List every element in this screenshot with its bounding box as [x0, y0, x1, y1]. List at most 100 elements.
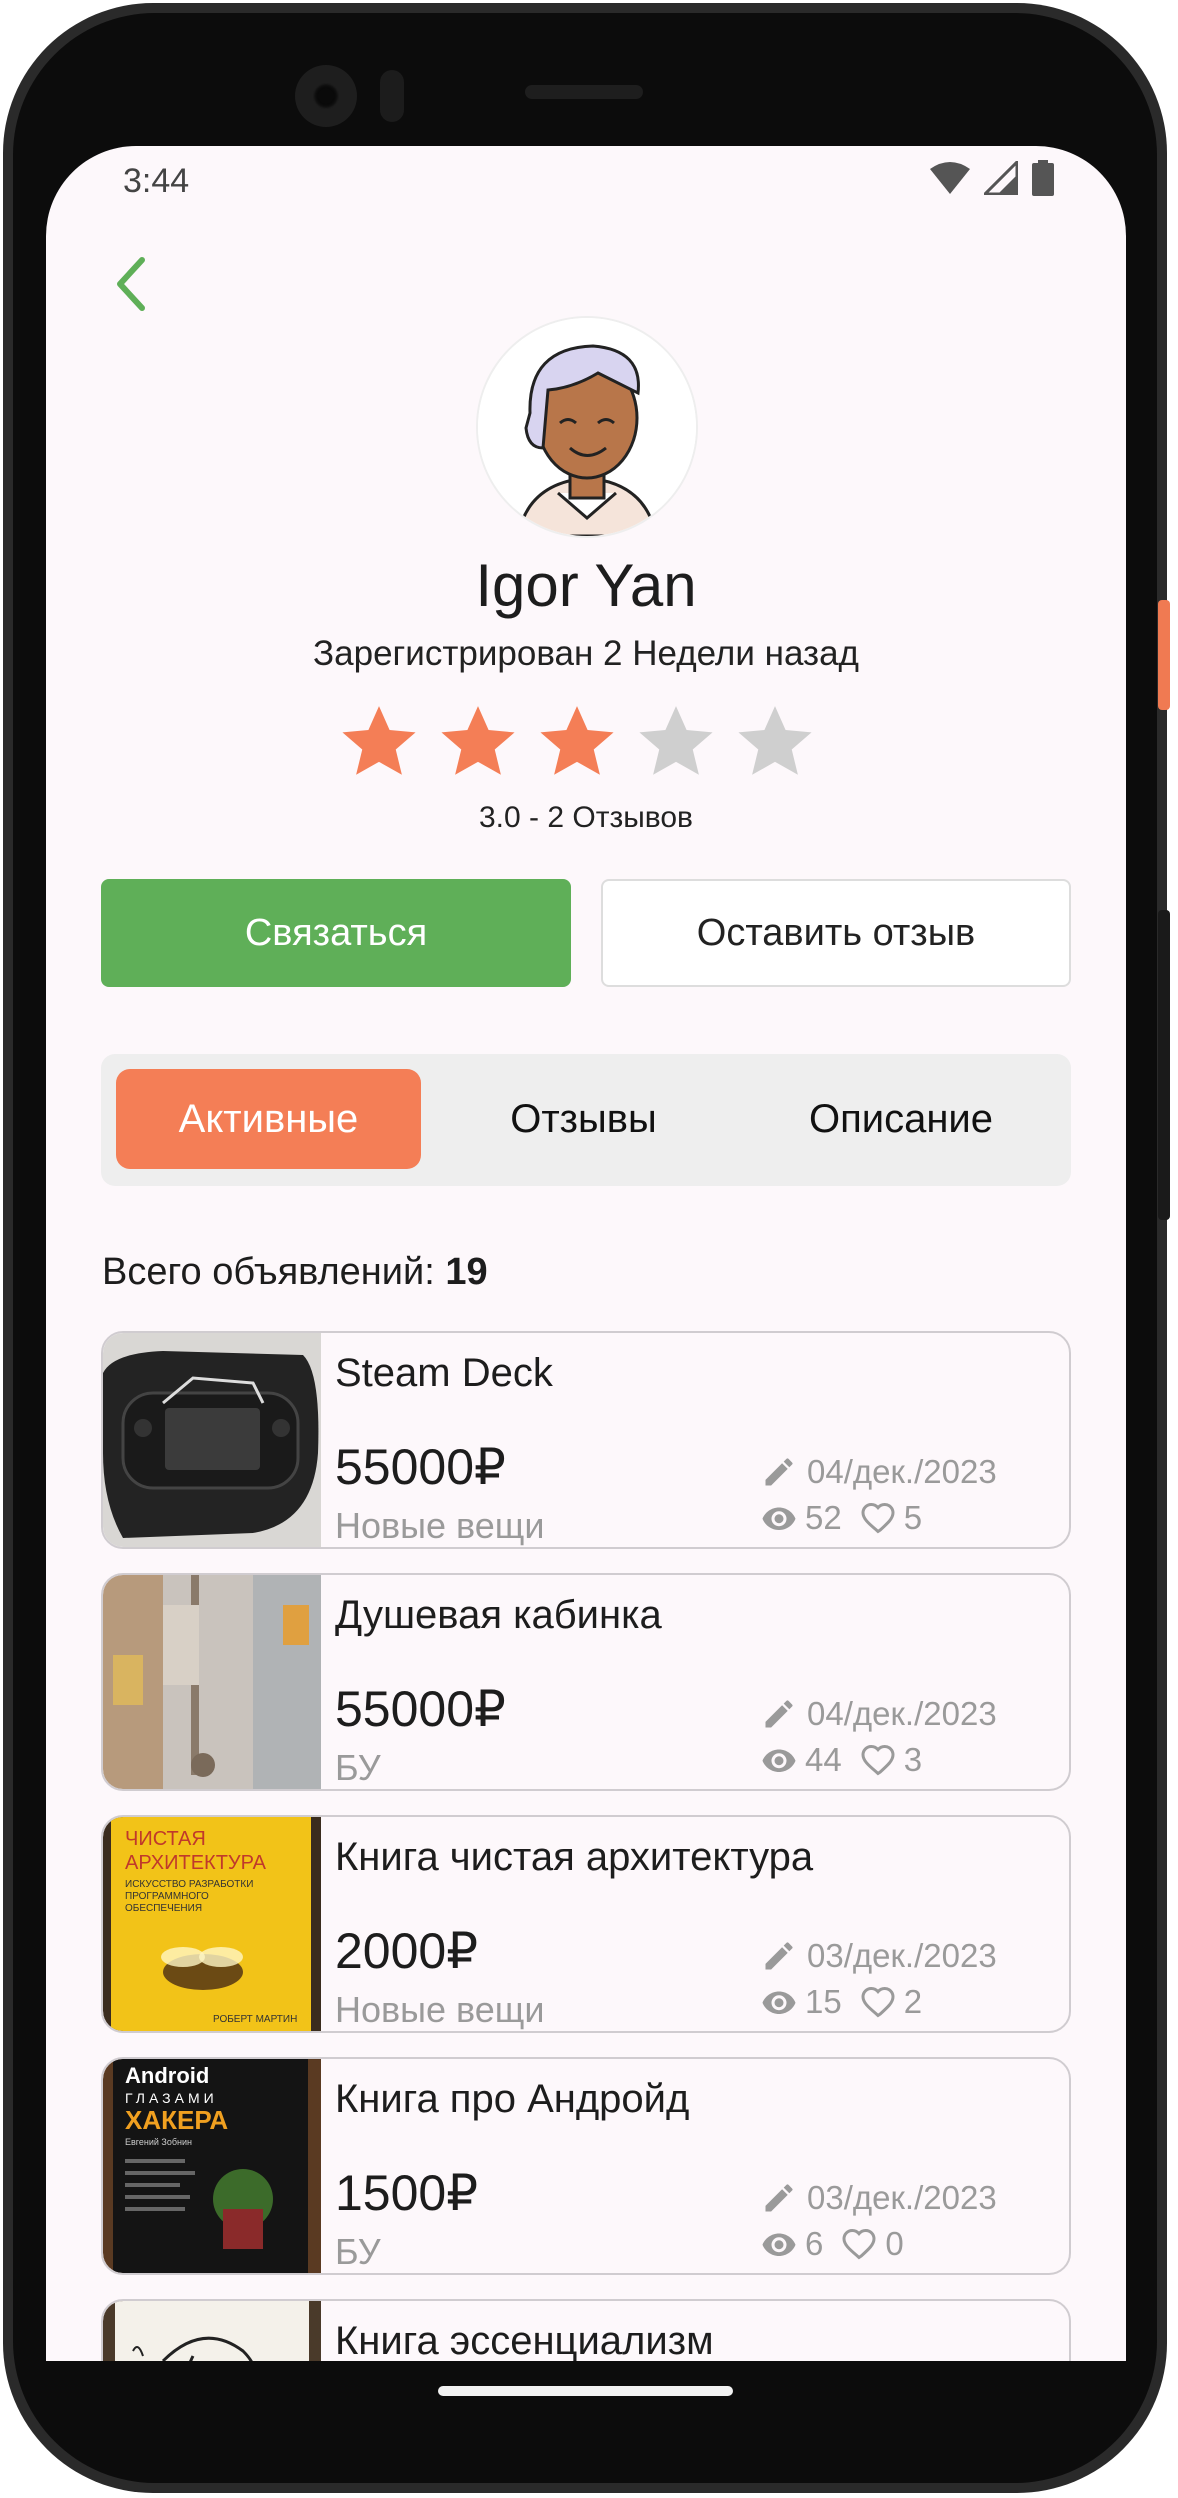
listing-title: Книга про Андройд: [335, 2077, 690, 2121]
heart-icon[interactable]: [860, 1984, 896, 2020]
listing-stats: 52 5: [761, 1499, 922, 1537]
eye-icon: [762, 1749, 796, 1772]
svg-text:АРХИТЕКТУРА: АРХИТЕКТУРА: [125, 1852, 267, 1874]
listing-stats: 44 3: [761, 1741, 922, 1779]
shower-cabin-photo: [103, 1575, 321, 1789]
listing-title: Книга эссенциализм: [335, 2319, 714, 2361]
listing-date: 03/дек./2023: [761, 1937, 997, 1975]
views-count: 6: [805, 2225, 824, 2262]
tab-reviews[interactable]: Отзывы: [431, 1069, 736, 1169]
listings-list: Steam Deck 55000₽ Новые вещи 04/дек./202…: [101, 1331, 1071, 2361]
star-empty-icon: [738, 706, 812, 775]
listing-thumbnail: Android ГЛАЗАМИ ХАКЕРА Евгений Зобнин: [103, 2059, 321, 2273]
front-camera: [295, 65, 357, 127]
svg-text:ХАКЕРА: ХАКЕРА: [125, 2105, 228, 2135]
listing-price: 55000₽: [335, 1681, 506, 1737]
back-chevron-icon[interactable]: [102, 254, 162, 314]
listing-price: 1500₽: [335, 2165, 479, 2221]
pencil-icon: [765, 1458, 793, 1486]
star-empty-icon: [639, 706, 713, 775]
star-filled-icon: [540, 706, 614, 775]
listing-price: 2000₽: [335, 1923, 479, 1979]
likes-count: 5: [903, 1499, 923, 1536]
listing-condition: БУ: [335, 2231, 381, 2272]
likes-count: 2: [903, 1983, 923, 2020]
listing-date: 04/дек./2023: [761, 1695, 997, 1733]
battery-icon: [1032, 160, 1054, 196]
listing-date: 04/дек./2023: [761, 1453, 997, 1491]
eye-icon: [762, 1507, 796, 1530]
signal-icon: [984, 161, 1018, 195]
listing-thumbnail: [103, 1575, 321, 1789]
pencil-icon: [765, 2184, 793, 2212]
listing-title: Steam Deck: [335, 1351, 553, 1395]
status-time: 3:44: [123, 162, 190, 200]
registration-info: Зарегистрирован 2 Недели назад: [313, 634, 859, 673]
listing-card[interactable]: Android ГЛАЗАМИ ХАКЕРА Евгений Зобнин Кн…: [101, 2057, 1071, 2275]
listing-date-text: 03/дек./2023: [807, 2179, 997, 2216]
essentialism-book-photo: [103, 2301, 321, 2361]
star-filled-icon: [441, 706, 515, 775]
listing-date-text: 03/дек./2023: [807, 1937, 997, 1974]
svg-text:РОБЕРТ МАРТИН: РОБЕРТ МАРТИН: [213, 2014, 297, 2025]
listing-card[interactable]: Книга эссенциализм: [101, 2299, 1071, 2361]
listings-count-value: 19: [445, 1251, 488, 1293]
avatar: [476, 316, 698, 538]
heart-icon[interactable]: [860, 1742, 896, 1778]
listing-card[interactable]: Душевая кабинка 55000₽ БУ 04/дек./2023 4…: [101, 1573, 1071, 1791]
heart-icon[interactable]: [841, 2226, 877, 2262]
avatar-illustration: [478, 318, 696, 536]
home-indicator[interactable]: [438, 2386, 733, 2396]
listing-condition: Новые вещи: [335, 1505, 545, 1546]
android-hacker-book-photo: Android ГЛАЗАМИ ХАКЕРА Евгений Зобнин: [103, 2059, 321, 2273]
listings-count: Всего объявлений: 19: [102, 1251, 488, 1294]
listing-price: 55000₽: [335, 1439, 506, 1495]
likes-count: 0: [885, 2225, 904, 2262]
svg-text:Евгений Зобнин: Евгений Зобнин: [125, 2137, 192, 2147]
listing-stats: 6 0: [761, 2225, 904, 2263]
earpiece-speaker: [525, 85, 643, 99]
tab-active[interactable]: Активные: [116, 1069, 421, 1169]
listing-thumbnail: [103, 2301, 321, 2361]
leave-review-button[interactable]: Оставить отзыв: [601, 879, 1071, 987]
listing-card[interactable]: ЧИСТАЯ АРХИТЕКТУРА ИСКУССТВО РАЗРАБОТКИ …: [101, 1815, 1071, 2033]
svg-text:ЧИСТАЯ: ЧИСТАЯ: [125, 1828, 206, 1850]
listing-thumbnail: [103, 1333, 321, 1547]
listing-card[interactable]: Steam Deck 55000₽ Новые вещи 04/дек./202…: [101, 1331, 1071, 1549]
star-filled-icon: [342, 706, 416, 775]
user-name: Igor Yan: [475, 552, 697, 619]
svg-text:Android: Android: [125, 2063, 209, 2088]
views-count: 52: [805, 1499, 842, 1536]
proximity-sensor: [380, 70, 404, 122]
listing-date-text: 04/дек./2023: [807, 1453, 997, 1490]
svg-text:ПРОГРАММНОГО: ПРОГРАММНОГО: [125, 1891, 209, 1902]
eye-icon: [762, 2233, 796, 2256]
listing-date-text: 04/дек./2023: [807, 1695, 997, 1732]
svg-text:ИСКУССТВО РАЗРАБОТКИ: ИСКУССТВО РАЗРАБОТКИ: [125, 1879, 253, 1890]
eye-icon: [762, 1991, 796, 2014]
app-screen: 3:44 Igor Yan Зарегистрирован 2 Недели н…: [46, 146, 1126, 2361]
listings-count-label: Всего объявлений:: [102, 1251, 435, 1293]
steam-deck-photo: [103, 1333, 321, 1547]
svg-text:ОБЕСПЕЧЕНИЯ: ОБЕСПЕЧЕНИЯ: [125, 1903, 202, 1914]
wifi-icon: [930, 162, 970, 194]
likes-count: 3: [903, 1741, 923, 1778]
listing-stats: 15 2: [761, 1983, 922, 2021]
heart-icon[interactable]: [860, 1500, 896, 1536]
listing-condition: Новые вещи: [335, 1989, 545, 2030]
listing-title: Душевая кабинка: [335, 1593, 662, 1637]
listing-date: 03/дек./2023: [761, 2179, 997, 2217]
clean-architecture-book-photo: ЧИСТАЯ АРХИТЕКТУРА ИСКУССТВО РАЗРАБОТКИ …: [103, 1817, 321, 2031]
rating-stars: [338, 701, 816, 783]
svg-text:ГЛАЗАМИ: ГЛАЗАМИ: [125, 2090, 218, 2106]
power-button: [1158, 600, 1170, 710]
profile-tabs: Активные Отзывы Описание: [101, 1054, 1071, 1186]
listing-condition: БУ: [335, 1747, 381, 1788]
contact-button[interactable]: Связаться: [101, 879, 571, 987]
pencil-icon: [765, 1700, 793, 1728]
pencil-icon: [765, 1942, 793, 1970]
tab-description[interactable]: Описание: [746, 1069, 1056, 1169]
status-icons: [930, 160, 1054, 196]
volume-button: [1158, 910, 1170, 1220]
rating-summary: 3.0 - 2 Отзывов: [479, 801, 693, 834]
